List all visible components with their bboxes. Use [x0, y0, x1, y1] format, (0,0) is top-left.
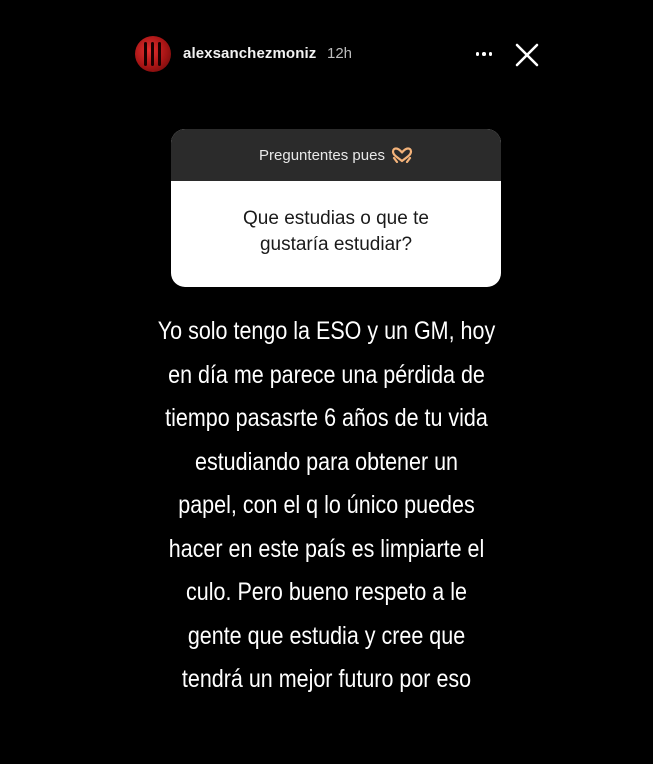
avatar-stripe	[144, 42, 147, 66]
avatar[interactable]	[135, 36, 171, 72]
dot	[475, 52, 480, 56]
answer-line: tendrá un mejor futuro por eso	[181, 665, 472, 693]
answer-text: Yo solo tengo la ESO y un GM, hoy en día…	[120, 310, 533, 702]
question-line: Que estudias o que te	[243, 208, 429, 229]
answer-line: papel, con el q lo único puedes	[178, 491, 475, 519]
dot	[482, 52, 486, 56]
answer-line: hacer en este país es limpiarte el	[168, 534, 485, 563]
question-text: Que estudias o que te gustaría estudiar?	[243, 206, 429, 258]
question-sticker-header: Preguntentes pues	[171, 129, 501, 181]
heart-hands-icon	[391, 147, 413, 163]
avatar-stripe	[151, 42, 154, 66]
answer-line: culo. Pero bueno respeto a le	[186, 578, 467, 606]
question-sticker-body: Que estudias o que te gustaría estudiar?	[171, 181, 501, 287]
more-horizontal-icon[interactable]	[468, 40, 500, 68]
close-icon[interactable]	[512, 40, 542, 70]
story-header: alexsanchezmoniz 12h	[0, 0, 653, 110]
question-line: gustaría estudiar?	[259, 234, 413, 255]
answer-line: en día me parece una pérdida de	[168, 360, 485, 389]
timestamp: 12h	[327, 45, 353, 62]
dot	[488, 52, 493, 56]
answer-line: gente que estudia y cree que	[187, 621, 466, 650]
question-sticker: Preguntentes pues Que estudias o que te …	[171, 129, 501, 287]
avatar-stripe	[158, 42, 161, 66]
username[interactable]: alexsanchezmoniz	[183, 45, 316, 62]
question-prompt: Preguntentes pues	[259, 146, 385, 164]
answer-line: tiempo pasasrte 6 años de tu vida	[165, 404, 488, 432]
answer-line: Yo solo tengo la ESO y un GM, hoy	[157, 317, 496, 345]
answer-line: estudiando para obtener un	[195, 447, 458, 476]
